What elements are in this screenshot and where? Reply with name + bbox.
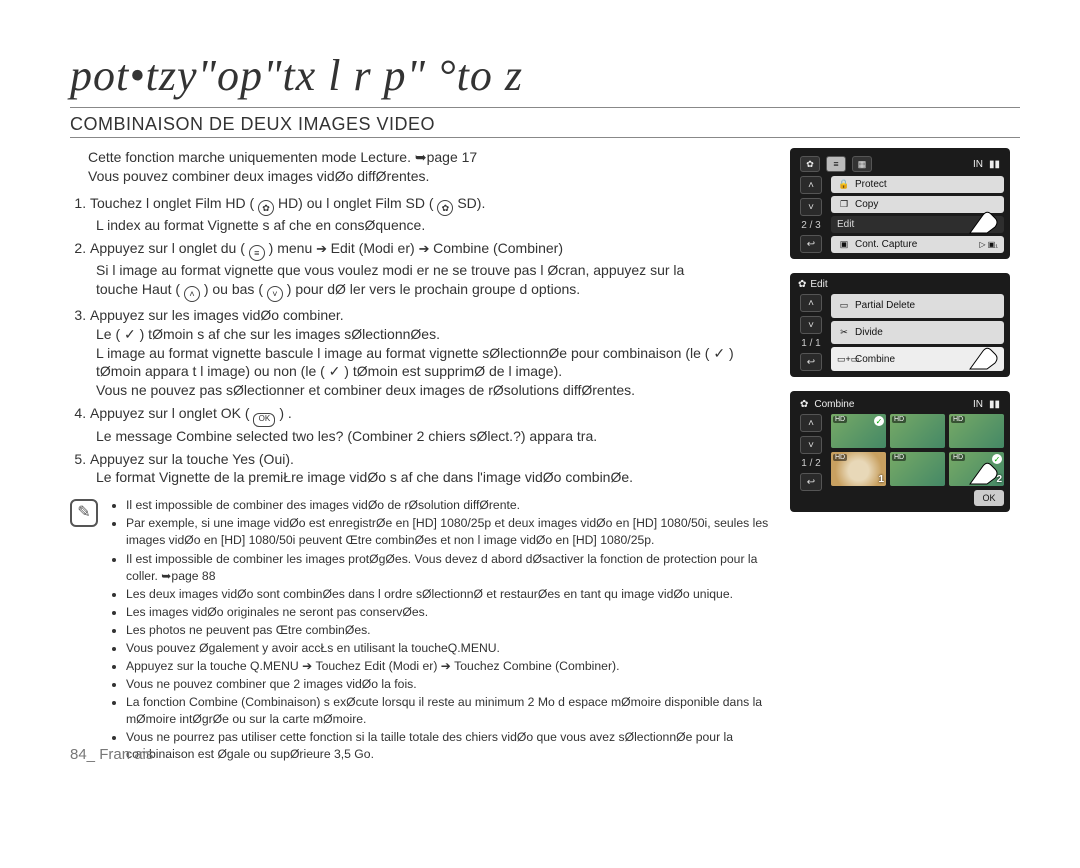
screen-title: Combine [814,399,854,410]
page-counter: 1 / 1 [796,338,826,349]
up-button[interactable]: ˄ [800,294,822,312]
note-item: Les photos ne peuvent pas Œtre combinØes… [126,622,772,639]
step-1: Touchez l onglet Film HD ( ✿ HD) ou l on… [90,194,772,235]
note-item: Appuyez sur la touche Q.MENU ➔ Touchez E… [126,658,772,675]
menu-tab-icon[interactable]: ≡ [826,156,846,172]
check-icon: ✓ [874,416,884,426]
step-sub: Si l image au format vignette que vous v… [96,262,684,278]
up-button[interactable]: ˄ [800,414,822,432]
film-tab-icon[interactable]: ✿ [800,156,820,172]
storage-icon: IN [973,399,983,410]
video-thumbnail[interactable]: HD [890,452,945,486]
capture-icon: ▣ [837,239,851,250]
hd-badge-icon: HD [833,416,847,423]
intro-line: Cette fonction marche uniquementen mode … [88,148,772,167]
page-counter: 1 / 2 [796,458,826,469]
storage-icon: IN [973,159,983,170]
note-item: Les deux images vidØo sont combinØes dan… [126,586,772,603]
edit-icon: ✿ [798,279,806,290]
note-item: Les images vidØo originales ne seront pa… [126,604,772,621]
page-footer: 84_ Fran ais [70,746,153,763]
ok-button[interactable]: OK [974,490,1004,506]
photo-tab-icon[interactable]: ▦ [852,156,872,172]
video-thumbnail[interactable]: HD [949,414,1004,448]
note-item: Vous ne pouvez combiner que 2 images vid… [126,676,772,693]
partial-delete-icon: ▭ [837,300,851,311]
hd-badge-icon: HD [892,454,906,461]
order-number: 1 [878,474,884,485]
back-button[interactable]: ↩ [800,473,822,491]
menu-icon: ≡ [249,245,265,261]
chevron-up-icon: ˄ [184,286,200,302]
intro-line: Vous pouvez combiner deux images vidØo d… [88,167,772,186]
step-sub: Le message Combine selected two les? (Co… [96,427,772,446]
chapter-title: pot•tzy"op"tx l r p" °to z [70,50,1020,108]
hd-badge-icon: HD [951,454,965,461]
page-counter: 2 / 3 [796,220,826,231]
back-button[interactable]: ↩ [800,235,822,253]
film-hd-icon: ✿ [258,200,274,216]
note-item: Vous pouvez Øgalement y avoir accŁs en u… [126,640,772,657]
step-5: Appuyez sur la touche Yes (Oui). Le form… [90,450,772,488]
step-4: Appuyez sur l onglet OK ( OK ) . Le mess… [90,404,772,445]
note-icon: ✎ [70,499,98,527]
down-button[interactable]: ˅ [800,316,822,334]
lcd-edit-screen: ✿ Edit ˄ ˅ 1 / 1 ↩ ▭Partial Delete ✂Divi… [790,273,1010,377]
menu-item-partial-delete[interactable]: ▭Partial Delete [831,294,1004,318]
menu-item-cont-capture[interactable]: ▣Cont. Capture▷ ▣₁ [831,236,1004,253]
step-sub: L index au format Vignette s af che en c… [96,216,772,235]
section-title: COMBINAISON DE DEUX IMAGES VIDEO [70,114,1020,138]
step-sub: Le ( ✓ ) tØmoin s af che sur les images … [96,325,772,344]
battery-icon: ▮▮ [989,399,1000,410]
note-item: Vous ne pourrez pas utiliser cette fonct… [126,729,772,763]
step-sub: Le format Vignette de la premiŁre image … [96,468,772,487]
note-item: Il est impossible de combiner les images… [126,551,772,585]
arrow-right-icon: ➔ [419,241,434,256]
copy-icon: ❐ [837,199,851,210]
hand-pointer-icon [964,205,1006,235]
menu-item-protect[interactable]: 🔒Protect [831,176,1004,193]
down-button[interactable]: ˅ [800,198,822,216]
arrow-right-icon: ➔ [316,241,331,256]
chevron-down-icon: ˅ [267,286,283,302]
notes-list: Il est impossible de combiner des images… [126,497,772,764]
divide-icon: ✂ [837,327,851,338]
step-2: Appuyez sur l onglet du ( ≡ ) menu ➔ Edi… [90,239,772,302]
up-button[interactable]: ˄ [800,176,822,194]
screen-title: Edit [810,279,827,290]
battery-icon: ▮▮ [989,159,1000,170]
note-item: Il est impossible de combiner des images… [126,497,772,514]
video-thumbnail[interactable]: HD [890,414,945,448]
combine-icon: ✿ [800,399,808,410]
hand-pointer-icon [964,341,1006,371]
lcd-menu-screen: ✿ ≡ ▦ IN ▮▮ ˄ ˅ 2 / 3 ↩ [790,148,1010,259]
back-button[interactable]: ↩ [800,353,822,371]
ok-icon: OK [253,413,275,427]
film-sd-icon: ✿ [437,200,453,216]
hd-badge-icon: HD [951,416,965,423]
hand-pointer-icon [964,456,1006,486]
note-item: Par exemple, si une image vidØo est enre… [126,515,772,549]
step-sub: L image au format vignette bascule l ima… [96,344,772,382]
note-item: La fonction Combine (Combinaison) s exØc… [126,694,772,728]
hd-badge-icon: HD [833,454,847,461]
lcd-combine-screen: ✿ Combine IN ▮▮ ˄ ˅ 1 / 2 ↩ [790,391,1010,512]
combine-icon: ▭+▭ [837,354,851,365]
hd-badge-icon: HD [892,416,906,423]
video-thumbnail[interactable]: HD ✓ [831,414,886,448]
step-sub: touche Haut ( [96,281,180,297]
down-button[interactable]: ˅ [800,436,822,454]
step-3: Appuyez sur les images vidØo combiner. L… [90,306,772,400]
step-sub: Vous ne pouvez pas sØlectionner et combi… [96,381,772,400]
play-icon: ▷ ▣₁ [979,240,998,249]
lock-icon: 🔒 [837,179,851,190]
video-thumbnail[interactable]: HD 1 [831,452,886,486]
